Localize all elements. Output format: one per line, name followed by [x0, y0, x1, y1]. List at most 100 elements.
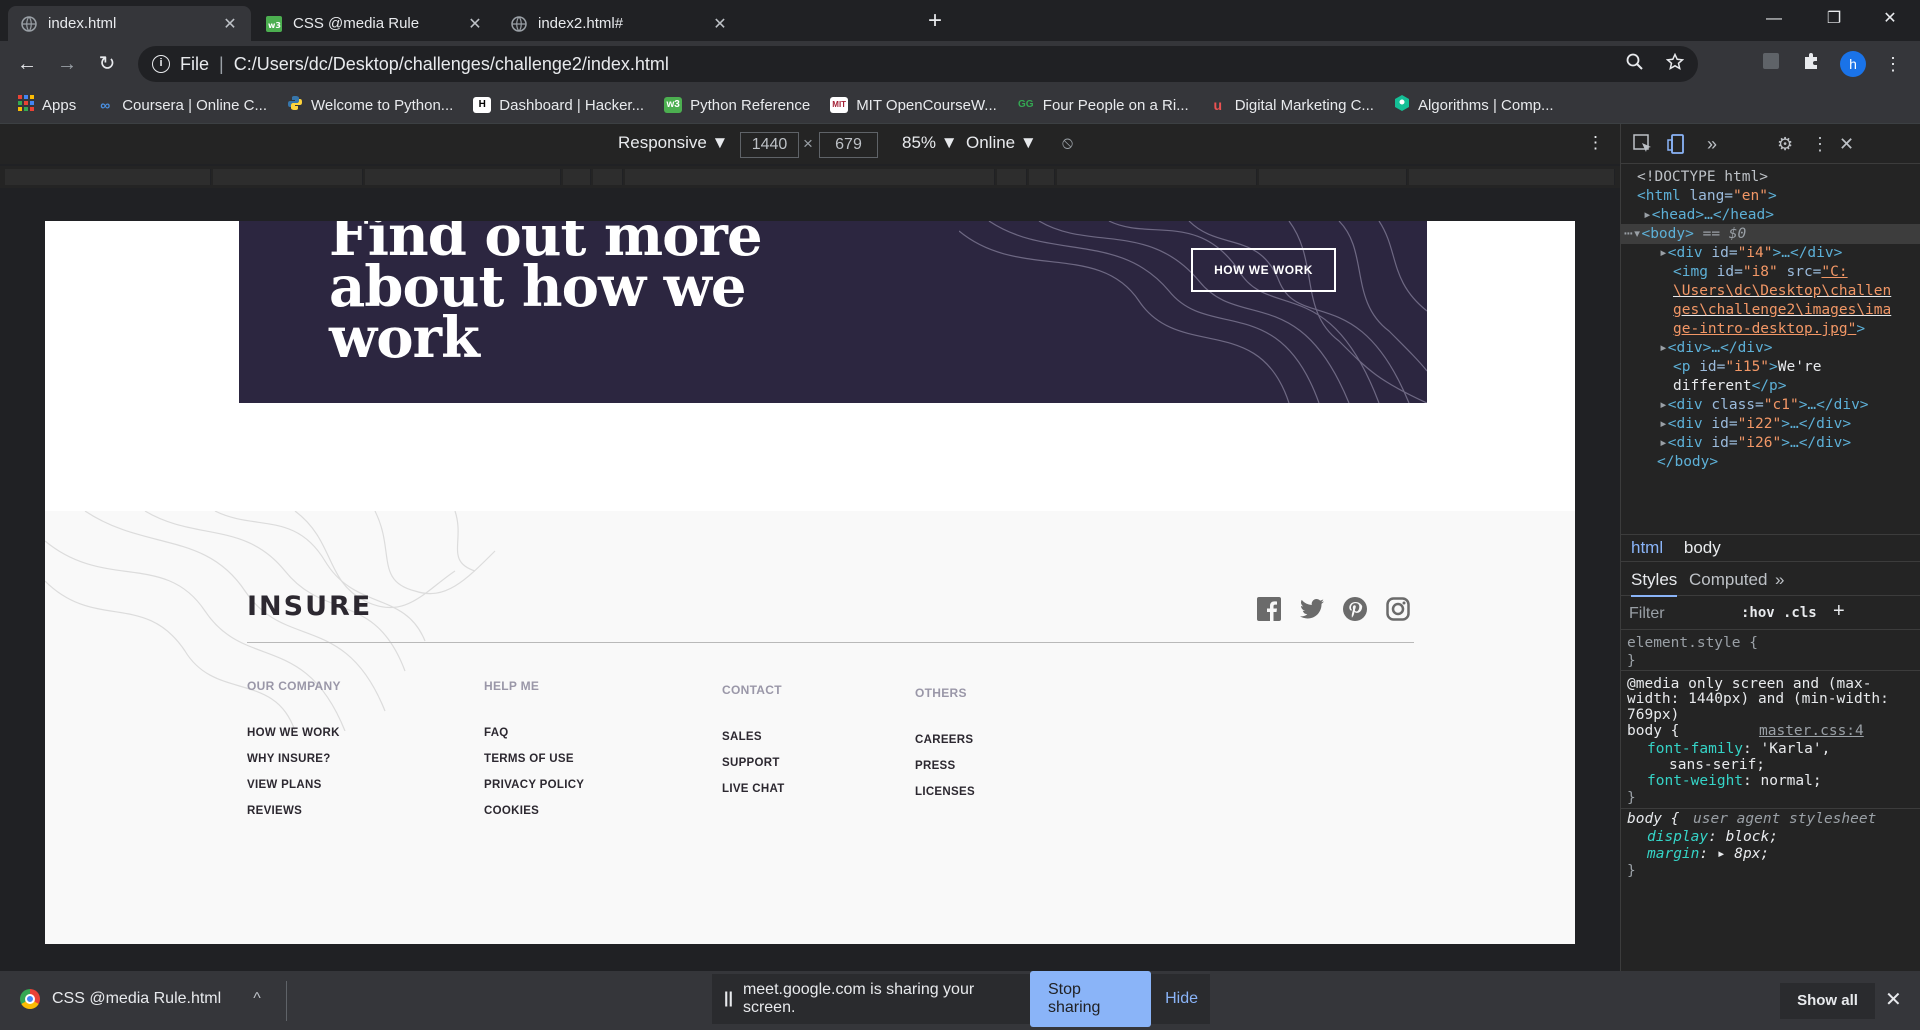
- viewport-width-input[interactable]: [740, 132, 799, 158]
- expand-triangle-icon[interactable]: ▸: [1643, 207, 1652, 223]
- twitter-icon[interactable]: [1298, 595, 1325, 622]
- body-close-node[interactable]: </body>: [1657, 452, 1718, 472]
- forward-button[interactable]: →: [50, 47, 84, 81]
- img-src-line[interactable]: ges\challenge2\images\ima: [1673, 300, 1891, 320]
- bookmark-coursera[interactable]: ∞ Coursera | Online C...: [96, 97, 267, 114]
- font-weight-declaration[interactable]: font-weight: normal;: [1647, 772, 1822, 791]
- body-selector[interactable]: body {: [1627, 722, 1679, 741]
- footer-link[interactable]: PRIVACY POLICY: [484, 779, 584, 791]
- bookmark-algorithms[interactable]: Algorithms | Comp...: [1394, 95, 1554, 115]
- tab-css-media-rule[interactable]: w3 CSS @media Rule ✕: [253, 6, 496, 41]
- footer-link[interactable]: LICENSES: [915, 786, 975, 798]
- show-all-button[interactable]: Show all: [1780, 983, 1875, 1019]
- how-we-work-button[interactable]: HOW WE WORK: [1191, 248, 1336, 292]
- attr-value[interactable]: "C:: [1821, 264, 1847, 280]
- more-tabs-icon[interactable]: »: [1707, 134, 1717, 155]
- tab-close-icon[interactable]: ✕: [711, 14, 729, 34]
- pinterest-icon[interactable]: [1341, 595, 1368, 622]
- network-throttle-dropdown[interactable]: Online ▼: [966, 133, 1037, 153]
- footer-link[interactable]: TERMS OF USE: [484, 753, 584, 765]
- footer-link[interactable]: WHY INSURE?: [247, 753, 341, 765]
- p-i15-text[interactable]: different</p>: [1673, 376, 1787, 396]
- new-style-rule-icon[interactable]: +: [1833, 600, 1845, 623]
- footer-link[interactable]: CAREERS: [915, 734, 975, 746]
- expand-triangle-icon[interactable]: ▸: [1659, 340, 1668, 356]
- footer-link[interactable]: FAQ: [484, 727, 584, 739]
- expand-triangle-icon[interactable]: ▸: [1659, 397, 1668, 413]
- bookmark-python[interactable]: Welcome to Python...: [287, 95, 453, 115]
- instagram-icon[interactable]: [1384, 595, 1411, 622]
- device-toggle-icon[interactable]: [1667, 134, 1687, 159]
- bookmark-python-reference[interactable]: w3 Python Reference: [664, 97, 810, 114]
- chevron-up-icon[interactable]: ^: [253, 990, 261, 1008]
- more-menu-icon[interactable]: ⋮: [1878, 49, 1908, 79]
- zoom-icon[interactable]: [1626, 53, 1644, 76]
- bookmark-hackerrank[interactable]: H Dashboard | Hacker...: [473, 97, 644, 114]
- div-i26-node[interactable]: ▸<div id="i26">…</div>: [1659, 433, 1851, 453]
- rotate-icon[interactable]: ⦸: [1062, 133, 1073, 153]
- tab-index-html[interactable]: index.html ✕: [8, 6, 251, 41]
- footer-link[interactable]: VIEW PLANS: [247, 779, 341, 791]
- div-c1-node[interactable]: ▸<div class="c1">…</div>: [1659, 395, 1869, 415]
- body-node-selected[interactable]: ⋯▾<body> == $0: [1621, 224, 1920, 244]
- footer-link[interactable]: PRESS: [915, 760, 975, 772]
- footer-link[interactable]: SUPPORT: [722, 757, 785, 769]
- new-tab-button[interactable]: +: [920, 6, 950, 36]
- extensions-puzzle-icon[interactable]: [1796, 49, 1826, 79]
- class-toggle[interactable]: .cls: [1783, 605, 1817, 621]
- div-node[interactable]: ▸<div>…</div>: [1659, 338, 1773, 358]
- info-icon[interactable]: i: [152, 55, 170, 73]
- footer-link[interactable]: COOKIES: [484, 805, 584, 817]
- viewport-height-input[interactable]: [819, 132, 878, 158]
- footer-link[interactable]: HOW WE WORK: [247, 727, 341, 739]
- expand-triangle-icon[interactable]: ▸: [1659, 435, 1668, 451]
- download-item[interactable]: CSS @media Rule.html ^: [20, 989, 261, 1009]
- back-button[interactable]: ←: [10, 47, 44, 81]
- footer-link[interactable]: LIVE CHAT: [722, 783, 785, 795]
- inspect-element-icon[interactable]: [1633, 134, 1653, 159]
- url-text[interactable]: C:/Users/dc/Desktop/challenges/challenge…: [234, 54, 669, 75]
- bookmark-four-people[interactable]: GG Four People on a Ri...: [1017, 97, 1189, 114]
- facebook-icon[interactable]: [1255, 595, 1282, 622]
- breadcrumb-body[interactable]: body: [1684, 538, 1721, 557]
- reload-button[interactable]: ↻: [90, 47, 124, 81]
- hide-button[interactable]: Hide: [1165, 990, 1198, 1008]
- more-style-tabs-icon[interactable]: »: [1775, 570, 1784, 590]
- footer-link[interactable]: REVIEWS: [247, 805, 341, 817]
- downloads-close-icon[interactable]: ✕: [1885, 987, 1902, 1012]
- doctype-node[interactable]: <!DOCTYPE html>: [1637, 167, 1768, 187]
- devtools-menu-icon[interactable]: ⋮: [1811, 134, 1829, 155]
- extension-icon[interactable]: [1756, 49, 1786, 79]
- p-i15-node[interactable]: <p id="i15">We're: [1673, 357, 1821, 377]
- tab-close-icon[interactable]: ✕: [466, 14, 484, 34]
- expand-triangle-icon[interactable]: ▸: [1659, 416, 1668, 432]
- html-node[interactable]: <html lang="en">: [1637, 186, 1777, 206]
- device-mode-dropdown[interactable]: Responsive ▼: [618, 133, 728, 153]
- bookmark-mit[interactable]: MIT MIT OpenCourseW...: [830, 97, 997, 114]
- img-src-line[interactable]: ge-intro-desktop.jpg">: [1673, 319, 1865, 339]
- tab-computed[interactable]: Computed: [1689, 570, 1767, 590]
- stop-sharing-button[interactable]: Stop sharing: [1029, 971, 1152, 1027]
- devtools-close-icon[interactable]: ✕: [1839, 134, 1854, 155]
- breadcrumb-html[interactable]: html: [1631, 538, 1663, 557]
- insure-logo[interactable]: INSURE: [247, 591, 372, 622]
- div-i22-node[interactable]: ▸<div id="i22">…</div>: [1659, 414, 1851, 434]
- styles-filter-input[interactable]: Filter: [1629, 605, 1665, 623]
- footer-link[interactable]: SALES: [722, 731, 785, 743]
- element-style-selector[interactable]: element.style {: [1627, 634, 1758, 653]
- device-more-icon[interactable]: ⋮: [1587, 133, 1604, 153]
- minimize-button[interactable]: —: [1746, 0, 1802, 38]
- hover-state-toggle[interactable]: :hov: [1741, 605, 1775, 621]
- bookmark-apps[interactable]: Apps: [18, 95, 76, 115]
- img-src-line[interactable]: \Users\dc\Desktop\challen: [1673, 281, 1891, 301]
- settings-gear-icon[interactable]: ⚙: [1777, 134, 1793, 155]
- profile-avatar[interactable]: h: [1840, 51, 1866, 77]
- img-i8-node[interactable]: <img id="i8" src="C:: [1673, 262, 1848, 282]
- head-node[interactable]: ▸<head>…</head>: [1643, 205, 1774, 225]
- address-bar[interactable]: i File | C:/Users/dc/Desktop/challenges/…: [138, 46, 1698, 82]
- restore-button[interactable]: ❐: [1806, 0, 1862, 38]
- media-query-bar[interactable]: [0, 166, 1620, 188]
- expand-triangle-icon[interactable]: ▸: [1659, 245, 1668, 261]
- window-close-button[interactable]: ✕: [1862, 0, 1918, 38]
- tab-index2-html[interactable]: index2.html# ✕: [498, 6, 741, 41]
